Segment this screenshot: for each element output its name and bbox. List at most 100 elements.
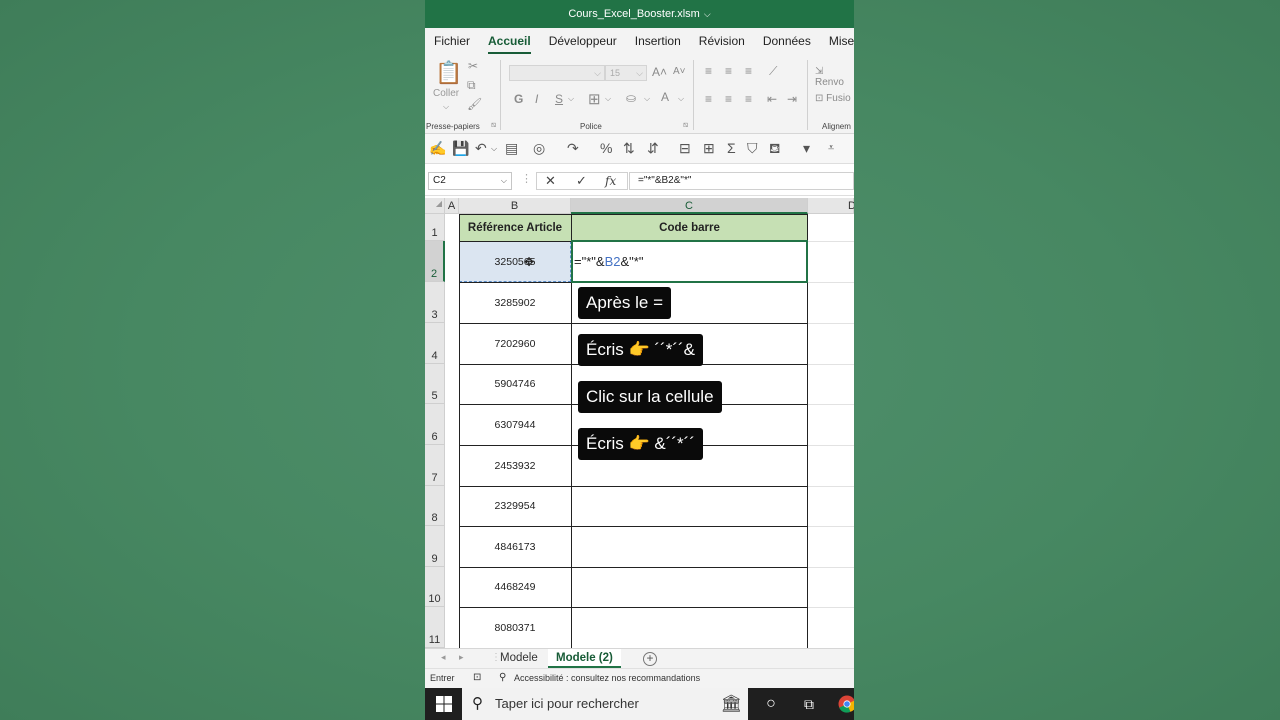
align-bottom-icon[interactable]: ≡ [745,64,752,78]
dialog-launcher-icon[interactable]: ⧅ [683,120,688,130]
cell-b11[interactable]: 8080371 [459,607,571,648]
borders-icon[interactable]: ⊞ [588,90,601,108]
task-view-icon[interactable]: ⧉ [797,688,821,720]
header-cell-reference[interactable]: Référence Article [459,214,571,241]
cell-b8[interactable]: 2329954 [459,486,571,526]
chrome-icon[interactable] [837,688,854,720]
row-header[interactable]: 4 [425,323,445,364]
percent-icon[interactable]: % [600,140,612,156]
header-cell-code-barre[interactable]: Code barre [571,214,808,241]
align-left-icon[interactable]: ≡ [705,92,712,106]
increase-indent-icon[interactable]: ⇥ [787,92,797,106]
row-header[interactable]: 1 [425,214,445,241]
tab-fichier[interactable]: Fichier [425,28,479,56]
insert-function-button[interactable]: fx [605,173,616,189]
merge-center-button[interactable]: ⊡ Fusio [815,93,851,104]
scroll-left-icon[interactable]: ◂ [441,652,446,663]
sheet-tab-modele[interactable]: Modele [492,649,546,668]
tab-donnees[interactable]: Données [754,28,820,56]
row-header[interactable]: 5 [425,364,445,404]
align-center-icon[interactable]: ≡ [725,92,732,106]
enter-button[interactable]: ✓ [576,173,587,189]
chevron-down-icon[interactable]: ⌵ [678,94,684,104]
column-header-b[interactable]: B [459,198,571,214]
accessibility-icon[interactable]: ⚲ [499,672,506,683]
add-sheet-icon[interactable]: + [643,652,657,666]
title-bar[interactable]: Cours_Excel_Booster.xlsm ⌵ [425,0,854,28]
scroll-right-icon[interactable]: ▸ [459,652,464,663]
cell-b9[interactable]: 4846173 [459,526,571,567]
name-box[interactable]: C2 ⌵ [428,172,512,190]
sheet-tab-modele-2[interactable]: Modele (2) [548,649,621,668]
camera-icon[interactable]: ◎ [533,140,545,157]
cell-b4[interactable]: 7202960 [459,323,571,364]
cell-b6[interactable]: 6307944 [459,404,571,445]
bold-button[interactable]: G [514,92,523,106]
cell-c2-active[interactable]: ="*"& B2 &"*" [571,240,808,283]
italic-button[interactable]: I [535,92,538,106]
paint-bucket-icon[interactable]: ⛾ [769,140,780,159]
spelling-icon[interactable]: ✍ [429,140,446,157]
format-painter-icon[interactable]: 🖌 [467,97,482,111]
form-icon[interactable]: ▤ [505,140,518,157]
merge-icon[interactable]: ⊟ [679,140,691,157]
underline-button[interactable]: S [555,92,563,106]
tab-mise-en-page[interactable]: Mise en [820,28,854,56]
dialog-launcher-icon[interactable]: ⧅ [491,120,496,130]
cell-b3[interactable]: 3285902 [459,282,571,323]
dropdown-icon[interactable]: ▾ [803,140,810,157]
sort-ascending-icon[interactable]: ⇅ [623,140,635,157]
wrap-text-button[interactable]: ⇲ Renvo [815,66,854,88]
row-header[interactable]: 6 [425,404,445,445]
tab-accueil[interactable]: Accueil [479,28,540,56]
chevron-down-icon[interactable]: ⌵ [491,144,497,154]
grid-icon[interactable]: ⊞ [703,140,715,157]
cell-b10[interactable]: 4468249 [459,567,571,607]
cell-b5[interactable]: 5904746 [459,364,571,404]
align-middle-icon[interactable]: ≡ [725,64,732,78]
start-button[interactable] [425,688,462,720]
paste-icon[interactable]: 📋 [435,60,462,86]
orientation-icon[interactable]: ⟋ [769,64,777,79]
tab-developpeur[interactable]: Développeur [540,28,626,56]
undo-icon[interactable]: ↶ [475,140,487,157]
decrease-indent-icon[interactable]: ⇤ [767,92,777,106]
tab-insertion[interactable]: Insertion [626,28,690,56]
cell-b2[interactable]: 3250565 ✥ [459,241,571,282]
row-header[interactable]: 3 [425,282,445,323]
chevron-down-icon[interactable]: ⌵ [568,94,574,104]
cancel-button[interactable]: ✕ [545,173,556,189]
autosum-icon[interactable]: Σ [727,140,736,156]
row-header[interactable]: 11 [425,607,445,648]
filter-icon[interactable]: ⛉ [747,140,758,157]
select-all-corner[interactable]: ◢ [425,198,445,214]
tab-revision[interactable]: Révision [690,28,754,56]
cortana-icon[interactable]: ○ [759,688,783,720]
font-size-select[interactable]: 15 ⌵ [605,65,647,81]
row-header[interactable]: 10 [425,567,445,607]
column-header-c[interactable]: C [571,198,808,214]
decrease-font-icon[interactable]: A˅ [673,66,686,77]
column-header-d[interactable]: D [808,198,854,214]
column-header-a[interactable]: A [445,198,459,214]
row-header[interactable]: 9 [425,526,445,567]
accessibility-status[interactable]: Accessibilité : consultez nos recommanda… [514,673,700,683]
chevron-down-icon[interactable]: ⌵ [443,102,449,112]
paste-label[interactable]: Coller [433,88,459,99]
row-header[interactable]: 8 [425,486,445,526]
fill-color-icon[interactable]: ⛀ [626,91,636,105]
copy-icon[interactable]: ⧉ [467,78,476,93]
align-top-icon[interactable]: ≡ [705,64,712,78]
chevron-down-icon[interactable]: ⌵ [605,94,611,104]
align-right-icon[interactable]: ≡ [745,92,752,106]
cell-b7[interactable]: 2453932 [459,445,571,486]
macro-record-icon[interactable]: ⊡ [473,672,481,683]
redo-icon[interactable]: ↷ [567,140,579,157]
taskbar-search[interactable]: ⚲ Taper ici pour rechercher 🏛 [462,688,748,720]
customize-qat-icon[interactable]: ⩡ [828,142,834,155]
row-header[interactable]: 2 [425,241,445,282]
increase-font-icon[interactable]: A˄ [652,65,667,79]
chevron-down-icon[interactable]: ⌵ [644,94,650,104]
row-header[interactable]: 7 [425,445,445,486]
formula-input[interactable]: ="*"&B2&"*" [629,172,854,190]
